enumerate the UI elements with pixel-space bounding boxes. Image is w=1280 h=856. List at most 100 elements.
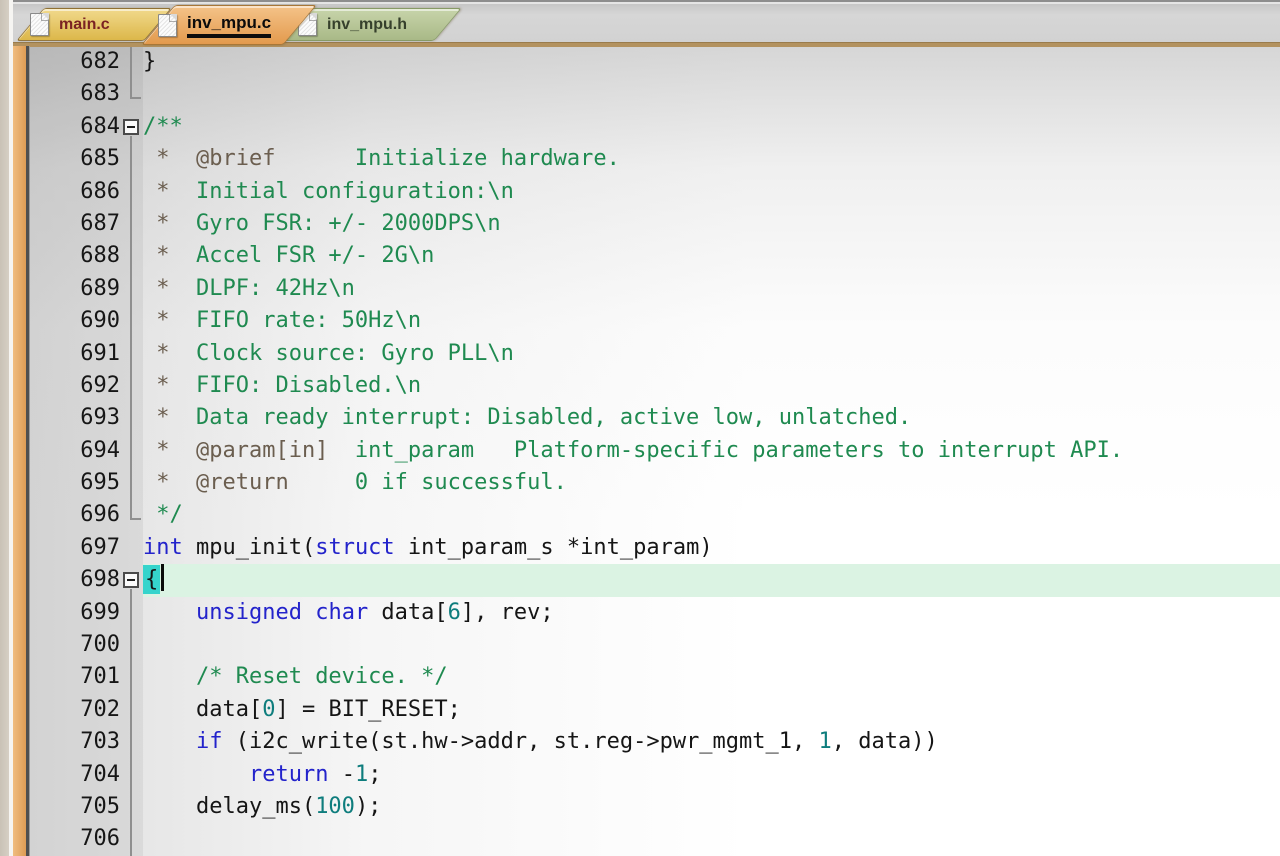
line-number[interactable]: 701 bbox=[30, 661, 120, 693]
code-text[interactable]: data[0] = BIT_RESET; bbox=[143, 694, 1280, 726]
fold-margin bbox=[120, 337, 143, 370]
code-text[interactable]: */ bbox=[143, 499, 1280, 531]
line-number[interactable]: 692 bbox=[30, 370, 120, 402]
line-number[interactable]: 688 bbox=[30, 240, 120, 272]
line-number[interactable]: 706 bbox=[30, 823, 120, 855]
code-text[interactable]: * FIFO rate: 50Hz\n bbox=[143, 305, 1280, 337]
code-text[interactable]: * Data ready interrupt: Disabled, active… bbox=[143, 402, 1280, 434]
code-token: ); bbox=[354, 793, 382, 819]
code-text[interactable]: * Accel FSR +/- 2G\n bbox=[143, 240, 1280, 272]
line-number[interactable]: 697 bbox=[30, 532, 120, 564]
code-line[interactable]: 706 bbox=[30, 823, 1280, 856]
code-text[interactable]: * @return 0 if successful. bbox=[143, 467, 1280, 499]
line-number[interactable]: 705 bbox=[30, 791, 120, 823]
fold-margin bbox=[120, 240, 143, 273]
code-line[interactable]: 685 * @brief Initialize hardware. bbox=[30, 143, 1280, 176]
code-line[interactable]: 699 unsigned char data[6], rev; bbox=[30, 596, 1280, 630]
code-text[interactable]: } bbox=[143, 46, 1280, 78]
code-text[interactable]: * FIFO: Disabled.\n bbox=[143, 370, 1280, 402]
code-text[interactable]: /* Reset device. */ bbox=[143, 661, 1280, 693]
code-line[interactable]: 682} bbox=[30, 46, 1280, 79]
code-line[interactable]: 703 if (i2c_write(st.hw->addr, st.reg->p… bbox=[30, 726, 1280, 759]
code-text[interactable]: * Clock source: Gyro PLL\n bbox=[143, 338, 1280, 370]
window-left-edge-highlight bbox=[9, 0, 13, 856]
code-text[interactable]: int mpu_init(struct int_param_s *int_par… bbox=[143, 532, 1280, 564]
line-number[interactable]: 700 bbox=[30, 629, 120, 661]
code-text[interactable] bbox=[143, 78, 1280, 110]
code-line[interactable]: 690 * FIFO rate: 50Hz\n bbox=[30, 305, 1280, 338]
line-number[interactable]: 703 bbox=[30, 726, 120, 758]
code-line[interactable]: 683 bbox=[30, 78, 1280, 110]
fold-collapse-icon[interactable] bbox=[123, 572, 139, 589]
tab-main-c[interactable]: main.c bbox=[16, 8, 172, 41]
line-number[interactable]: 685 bbox=[30, 143, 120, 175]
code-line[interactable]: 701 /* Reset device. */ bbox=[30, 661, 1280, 694]
code-text[interactable]: * @param[in] int_param Platform-specific… bbox=[143, 435, 1280, 467]
code-line[interactable]: 694 * @param[in] int_param Platform-spec… bbox=[30, 434, 1280, 468]
code-area[interactable]: 682} 683 684/** 685 * @brief Initialize har… bbox=[30, 46, 1280, 856]
line-number[interactable]: 683 bbox=[30, 78, 120, 110]
tab-inv-mpu-c[interactable]: inv_mpu.c bbox=[141, 5, 317, 45]
code-token: * bbox=[143, 405, 196, 431]
code-line[interactable]: 689 * DLPF: 42Hz\n bbox=[30, 272, 1280, 306]
line-number[interactable]: 698 bbox=[30, 564, 120, 596]
ide-window: main.c inv_mpu.c inv_mpu.h 682} 683 684/**… bbox=[0, 0, 1280, 856]
text-caret bbox=[161, 564, 165, 592]
code-text[interactable] bbox=[143, 823, 1280, 855]
line-number[interactable]: 691 bbox=[30, 338, 120, 370]
code-line[interactable]: 691 * Clock source: Gyro PLL\n bbox=[30, 337, 1280, 370]
code-token: FIFO: Disabled.\n bbox=[195, 372, 422, 398]
code-line[interactable]: 704 return -1; bbox=[30, 758, 1280, 791]
code-text[interactable]: return -1; bbox=[143, 759, 1280, 791]
code-text[interactable]: /** bbox=[143, 111, 1280, 143]
code-text[interactable]: if (i2c_write(st.hw->addr, st.reg->pwr_m… bbox=[143, 726, 1280, 758]
line-number[interactable]: 690 bbox=[30, 305, 120, 337]
line-number[interactable]: 699 bbox=[30, 597, 120, 629]
line-number[interactable]: 696 bbox=[30, 499, 120, 531]
line-number[interactable]: 694 bbox=[30, 435, 120, 467]
fold-scope-line bbox=[130, 207, 132, 241]
code-line[interactable]: 692 * FIFO: Disabled.\n bbox=[30, 369, 1280, 403]
code-text[interactable]: delay_ms(100); bbox=[143, 791, 1280, 823]
line-number[interactable]: 682 bbox=[30, 46, 120, 78]
code-line[interactable]: 684 /** bbox=[30, 111, 1280, 144]
code-line[interactable]: 697 int mpu_init(struct int_param_s *int_… bbox=[30, 532, 1280, 564]
code-text[interactable]: * DLPF: 42Hz\n bbox=[143, 273, 1280, 305]
code-token: 100 bbox=[315, 793, 355, 819]
code-line[interactable]: 687 * Gyro FSR: +/- 2000DPS\n bbox=[30, 207, 1280, 241]
line-number[interactable]: 704 bbox=[30, 759, 120, 791]
line-number[interactable]: 702 bbox=[30, 694, 120, 726]
code-text[interactable]: * @brief Initialize hardware. bbox=[143, 143, 1280, 175]
line-number[interactable]: 695 bbox=[30, 467, 120, 499]
line-number[interactable]: 684 bbox=[30, 111, 120, 143]
code-line[interactable]: 702 data[0] = BIT_RESET; bbox=[30, 693, 1280, 727]
code-line[interactable]: 688 * Accel FSR +/- 2G\n bbox=[30, 240, 1280, 273]
code-line[interactable]: 696 */ bbox=[30, 499, 1280, 531]
fold-margin bbox=[120, 564, 143, 597]
code-token: 1 bbox=[818, 729, 832, 755]
fold-collapse-icon[interactable] bbox=[123, 118, 139, 135]
line-number[interactable]: 686 bbox=[30, 176, 120, 208]
fold-scope-line bbox=[130, 272, 132, 306]
code-line[interactable]: 695 * @return 0 if successful. bbox=[30, 467, 1280, 500]
code-text[interactable]: unsigned char data[6], rev; bbox=[143, 597, 1280, 629]
line-number[interactable]: 693 bbox=[30, 402, 120, 434]
code-line[interactable]: 700 bbox=[30, 629, 1280, 662]
code-line[interactable]: 686 * Initial configuration:\n bbox=[30, 175, 1280, 208]
code-text[interactable] bbox=[143, 629, 1280, 661]
code-text[interactable]: * Gyro FSR: +/- 2000DPS\n bbox=[143, 208, 1280, 240]
code-line[interactable]: 705 delay_ms(100); bbox=[30, 790, 1280, 824]
tab-inv-mpu-h[interactable]: inv_mpu.h bbox=[284, 8, 462, 41]
line-number[interactable]: 689 bbox=[30, 273, 120, 305]
code-text[interactable]: * Initial configuration:\n bbox=[143, 176, 1280, 208]
code-line[interactable]: 693 * Data ready interrupt: Disabled, ac… bbox=[30, 402, 1280, 435]
code-token: delay_ms( bbox=[143, 793, 316, 819]
code-token: Data ready interrupt: Disabled, active l… bbox=[195, 405, 912, 431]
code-token: * @brief bbox=[143, 146, 276, 172]
line-number[interactable]: 687 bbox=[30, 208, 120, 240]
code-token: unsigned bbox=[195, 599, 302, 625]
code-line[interactable]: 698 { bbox=[30, 564, 1280, 597]
code-token: ], rev; bbox=[460, 599, 554, 625]
code-text[interactable]: { bbox=[143, 564, 1280, 597]
